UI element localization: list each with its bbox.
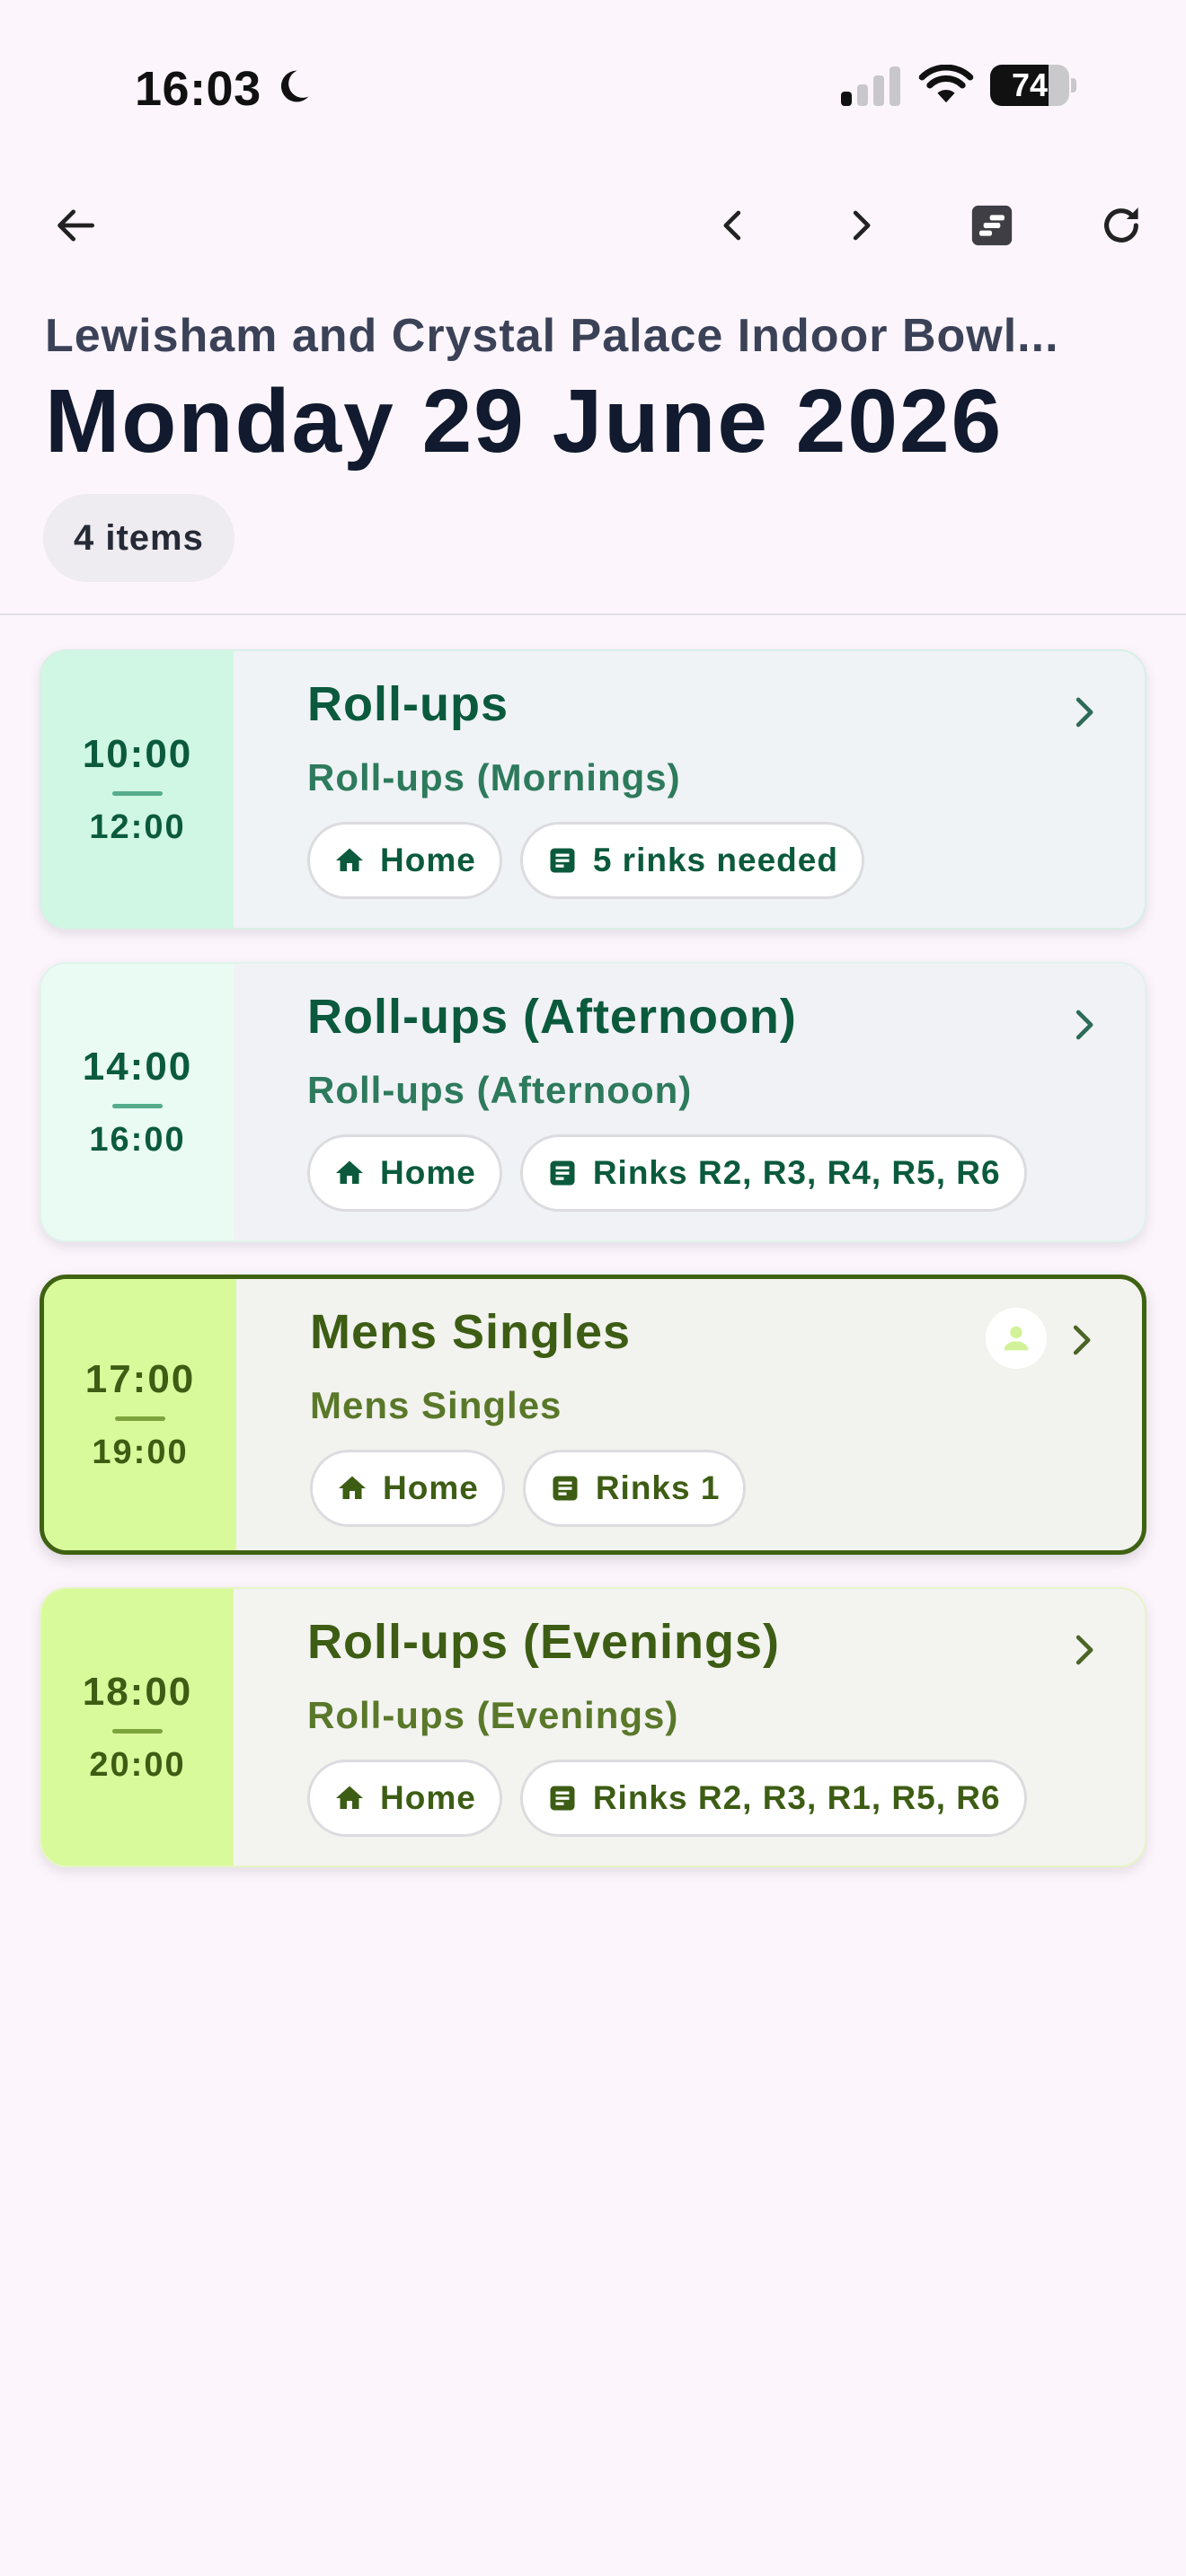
participant-badge xyxy=(986,1308,1047,1369)
chevron-right-icon xyxy=(1075,1010,1093,1040)
event-title: Roll-ups xyxy=(307,677,509,731)
event-card-selected[interactable]: 17:00 19:00 Mens Singles Mens Singles Ho… xyxy=(40,1275,1146,1555)
event-title: Roll-ups (Afternoon) xyxy=(307,990,797,1044)
calendar-icon xyxy=(971,205,1013,246)
event-time-column: 14:00 16:00 xyxy=(41,964,234,1240)
rinks-chip: Rinks 1 xyxy=(522,1450,747,1527)
rinks-chip: Rinks R2, R3, R4, R5, R6 xyxy=(519,1134,1027,1212)
refresh-icon xyxy=(1104,207,1138,243)
event-start-time: 14:00 xyxy=(82,1045,193,1089)
next-day-button[interactable] xyxy=(825,190,897,261)
rinks-chip: Rinks R2, R3, R1, R5, R6 xyxy=(519,1760,1027,1837)
event-subtitle: Mens Singles xyxy=(310,1384,562,1426)
event-time-column: 10:00 12:00 xyxy=(41,651,234,928)
refresh-button[interactable] xyxy=(1085,190,1157,261)
divider xyxy=(0,613,1186,615)
event-start-time: 17:00 xyxy=(84,1357,196,1401)
person-icon xyxy=(1004,1326,1029,1351)
back-button[interactable] xyxy=(40,190,111,261)
event-subtitle: Roll-ups (Afternoon) xyxy=(307,1069,693,1111)
event-time-column: 18:00 20:00 xyxy=(41,1589,234,1866)
event-subtitle: Roll-ups (Evenings) xyxy=(307,1694,679,1736)
chevron-left-icon xyxy=(723,210,741,241)
event-end-time: 16:00 xyxy=(89,1121,186,1159)
item-count-badge: 4 items xyxy=(43,494,235,582)
home-icon xyxy=(336,848,363,871)
venue-name: Lewisham and Crystal Palace Indoor Bowl.… xyxy=(45,310,1059,362)
rinks-icon xyxy=(553,1476,578,1501)
home-icon xyxy=(336,1160,363,1184)
rinks-label: Rinks R2, R3, R4, R5, R6 xyxy=(592,1154,1001,1191)
time-separator xyxy=(115,1416,165,1421)
rinks-icon xyxy=(550,1160,575,1186)
event-card[interactable]: 18:00 20:00 Roll-ups (Evenings) Roll-ups… xyxy=(40,1587,1146,1867)
event-card[interactable]: 14:00 16:00 Roll-ups (Afternoon) Roll-up… xyxy=(40,962,1146,1242)
page-title: Monday 29 June 2026 xyxy=(45,371,1004,472)
event-end-time: 19:00 xyxy=(92,1434,189,1471)
rinks-label: 5 rinks needed xyxy=(592,842,838,878)
time-separator xyxy=(112,791,163,796)
rinks-label: Rinks R2, R3, R1, R5, R6 xyxy=(592,1779,1001,1816)
battery-icon: 74 xyxy=(990,65,1076,106)
event-card[interactable]: 10:00 12:00 Roll-ups Roll-ups (Mornings)… xyxy=(40,649,1146,930)
event-end-time: 20:00 xyxy=(89,1746,186,1784)
rinks-icon xyxy=(550,848,575,873)
arrow-back-icon xyxy=(58,209,94,242)
location-chip: Home xyxy=(310,1450,505,1527)
chevron-right-icon xyxy=(853,210,871,241)
chevron-right-icon xyxy=(1073,1325,1091,1355)
location-label: Home xyxy=(380,1779,476,1816)
previous-day-button[interactable] xyxy=(697,190,769,261)
home-icon xyxy=(339,1476,366,1499)
event-time-column: 17:00 19:00 xyxy=(44,1279,236,1550)
event-start-time: 18:00 xyxy=(82,1670,193,1714)
location-chip: Home xyxy=(307,822,502,899)
event-subtitle: Roll-ups (Mornings) xyxy=(307,756,681,798)
location-chip: Home xyxy=(307,1134,502,1212)
wifi-icon xyxy=(918,65,974,103)
event-start-time: 10:00 xyxy=(82,732,193,776)
battery-percent: 74 xyxy=(1011,66,1049,103)
signal-icon xyxy=(841,66,900,106)
moon-icon xyxy=(280,70,309,102)
event-end-time: 12:00 xyxy=(89,808,186,846)
time-separator xyxy=(112,1104,163,1108)
event-title: Mens Singles xyxy=(310,1305,632,1359)
home-icon xyxy=(336,1786,363,1809)
chevron-right-icon xyxy=(1075,1635,1093,1665)
calendar-view-button[interactable] xyxy=(956,190,1028,261)
rinks-label: Rinks 1 xyxy=(595,1469,721,1506)
chevron-right-icon xyxy=(1075,697,1093,728)
time-separator xyxy=(112,1729,163,1734)
location-label: Home xyxy=(380,842,476,878)
status-bar: 16:03 74 xyxy=(0,0,1186,171)
status-time: 16:03 xyxy=(135,62,261,116)
event-title: Roll-ups (Evenings) xyxy=(307,1615,781,1669)
location-chip: Home xyxy=(307,1760,502,1837)
location-label: Home xyxy=(380,1154,476,1191)
rinks-icon xyxy=(550,1786,575,1811)
rinks-chip: 5 rinks needed xyxy=(519,822,864,899)
location-label: Home xyxy=(383,1469,479,1506)
